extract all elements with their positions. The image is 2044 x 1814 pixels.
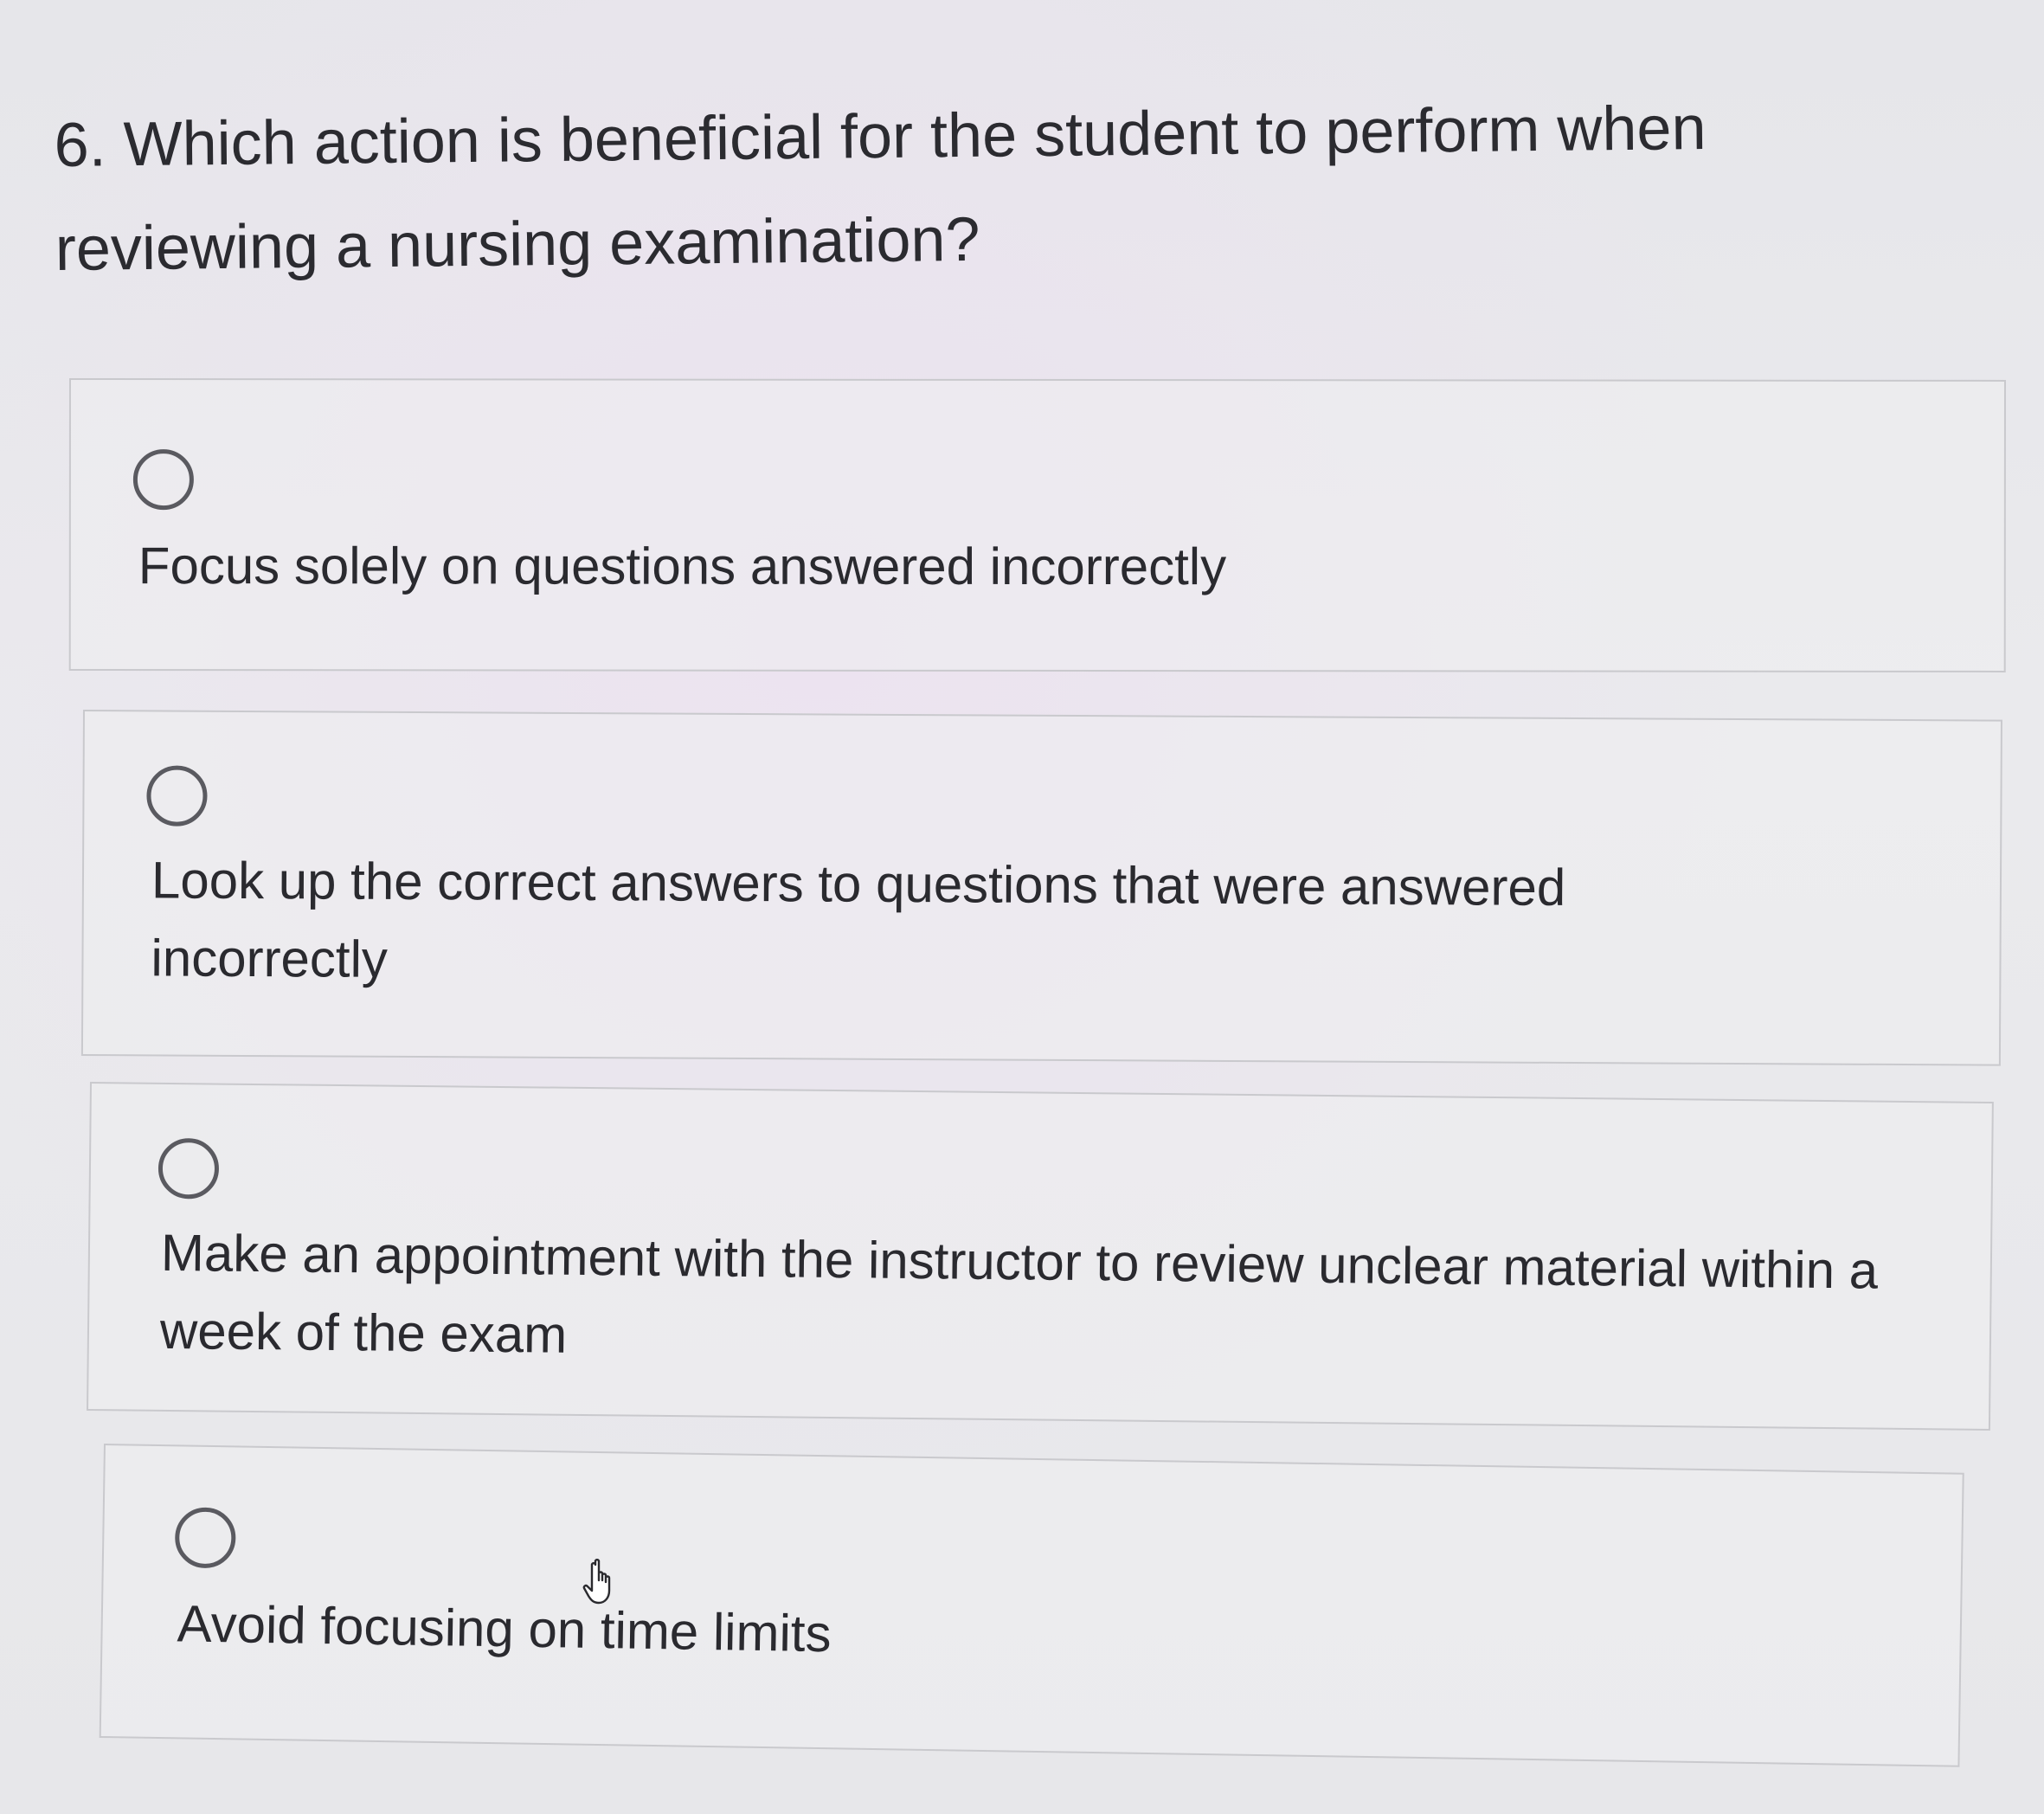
- answer-option-2[interactable]: Look up the correct answers to questions…: [80, 710, 2002, 1066]
- option-label: Make an appointment with the instructor …: [159, 1223, 1879, 1364]
- radio-button[interactable]: [174, 1507, 236, 1569]
- hand-pointer-icon: [582, 1559, 611, 1605]
- option-label: Look up the correct answers to questions…: [151, 851, 1566, 988]
- quiz-screen: 6. Which action is beneficial for the st…: [0, 0, 2044, 1814]
- option-label: Focus solely on questions answered incor…: [138, 537, 1227, 596]
- radio-button[interactable]: [157, 1137, 220, 1200]
- question-text: 6. Which action is beneficial for the st…: [54, 93, 1707, 284]
- radio-button[interactable]: [132, 449, 194, 511]
- answer-option-4[interactable]: Avoid focusing on time limits: [99, 1444, 1964, 1767]
- answer-option-3[interactable]: Make an appointment with the instructor …: [87, 1082, 1994, 1431]
- answer-option-1[interactable]: Focus solely on questions answered incor…: [68, 378, 2006, 672]
- option-label: Avoid focusing on time limits: [177, 1594, 832, 1663]
- radio-button[interactable]: [146, 765, 208, 827]
